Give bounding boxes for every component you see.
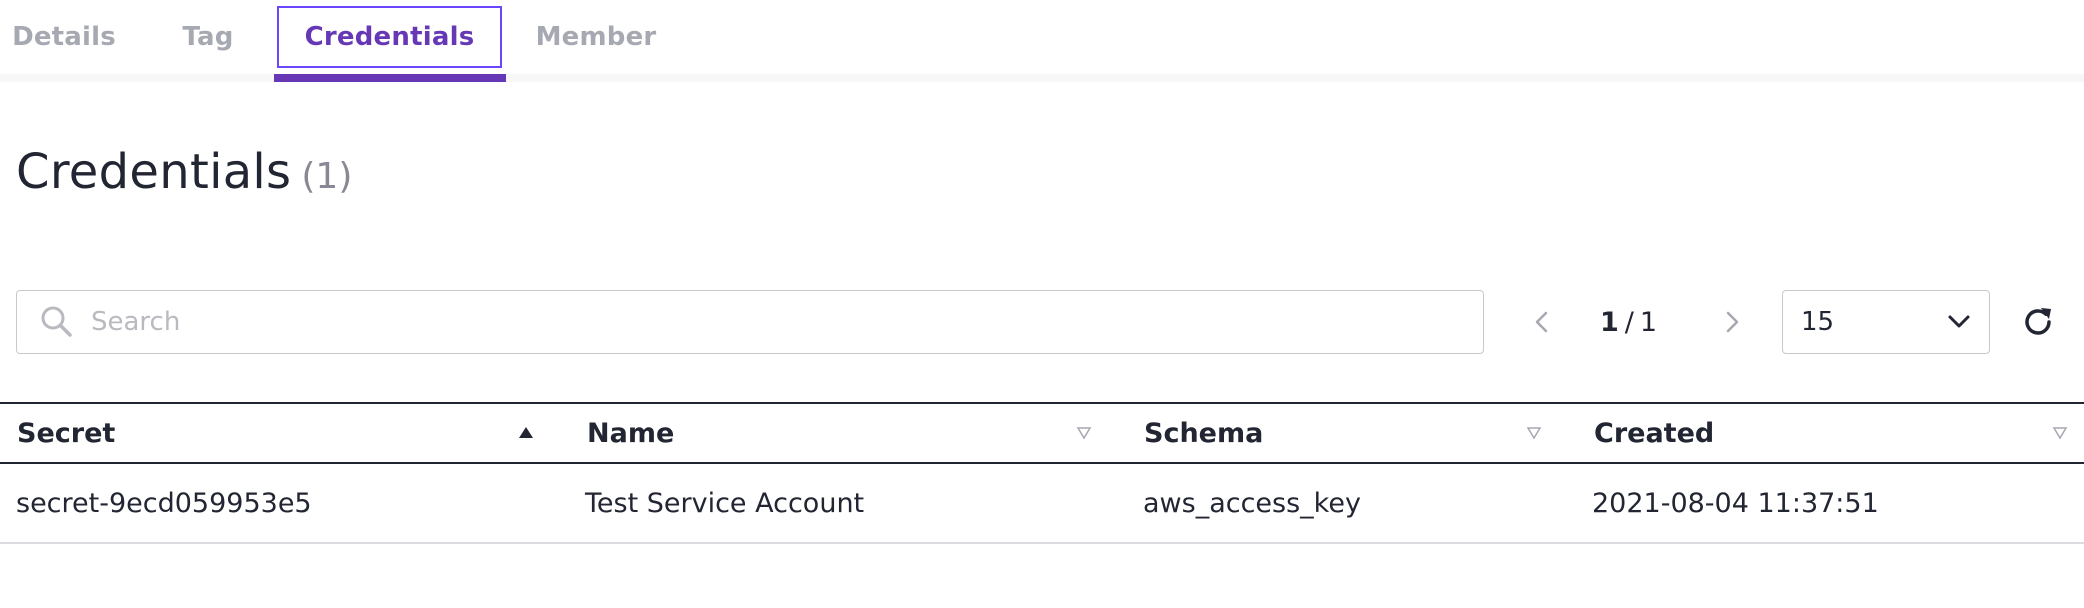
column-header-name[interactable]: Name: [587, 404, 674, 462]
tab-member[interactable]: Member: [536, 0, 657, 74]
page-size-value: 15: [1801, 307, 1835, 337]
page-size-select[interactable]: 15: [1782, 290, 1990, 354]
credentials-table: Secret Name Schema Created secret-9ecd05…: [0, 402, 2084, 544]
column-header-secret[interactable]: Secret: [17, 404, 115, 462]
page-title: Credentials: [16, 144, 292, 200]
tab-credentials[interactable]: Credentials: [277, 0, 502, 74]
tab-tag[interactable]: Tag: [180, 0, 236, 74]
sort-ascending-icon[interactable]: [518, 426, 534, 440]
page-separator: /: [1624, 306, 1634, 338]
search-icon: [41, 306, 72, 337]
cell-secret: secret-9ecd059953e5: [16, 487, 312, 519]
active-tab-indicator: [274, 74, 506, 82]
search-input[interactable]: [89, 306, 1473, 338]
table-header: Secret Name Schema Created: [0, 402, 2084, 464]
chevron-right-icon: [1726, 311, 1739, 333]
page-indicator: 1 / 1: [1600, 304, 1680, 340]
tab-details[interactable]: Details: [12, 0, 116, 74]
refresh-icon: [2025, 308, 2051, 335]
chevron-left-icon: [1535, 311, 1548, 333]
total-pages: 1: [1639, 306, 1658, 338]
credentials-page: Details Tag Credentials Member Credentia…: [0, 0, 2084, 608]
sort-icon[interactable]: [1076, 426, 1092, 440]
search-box[interactable]: [16, 290, 1484, 354]
next-page-button[interactable]: [1714, 304, 1750, 340]
cell-created: 2021-08-04 11:37:51: [1592, 487, 1879, 519]
sort-icon[interactable]: [2052, 426, 2068, 440]
cell-schema: aws_access_key: [1143, 487, 1361, 519]
refresh-button[interactable]: [2018, 302, 2058, 342]
cell-name: Test Service Account: [585, 487, 865, 519]
current-page: 1: [1600, 306, 1619, 338]
sort-icon[interactable]: [1526, 426, 1542, 440]
chevron-down-icon: [1948, 315, 1970, 328]
tab-bar: Details Tag Credentials Member: [0, 0, 2084, 82]
table-row[interactable]: secret-9ecd059953e5 Test Service Account…: [0, 464, 2084, 544]
previous-page-button[interactable]: [1524, 304, 1560, 340]
page-heading: Credentials (1): [16, 144, 352, 200]
column-header-created[interactable]: Created: [1594, 404, 1714, 462]
column-header-schema[interactable]: Schema: [1144, 404, 1263, 462]
credentials-count: (1): [301, 156, 353, 197]
